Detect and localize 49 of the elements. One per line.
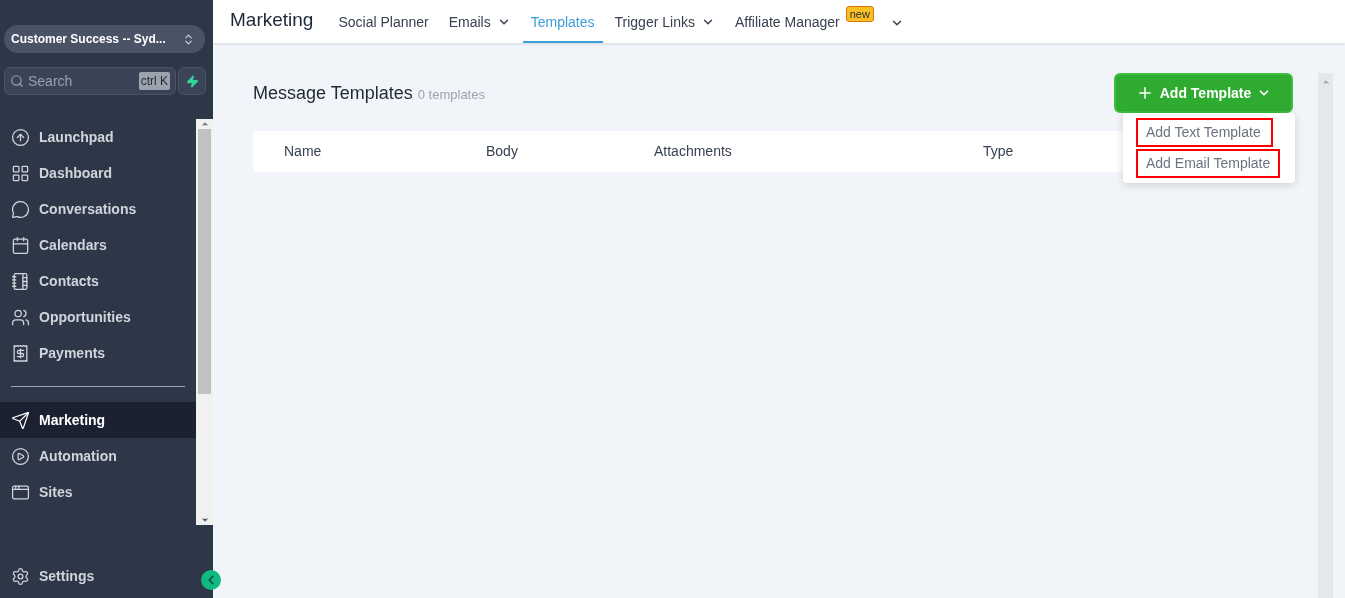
page-title: Marketing (230, 8, 314, 33)
nav-tab[interactable]: Trigger Links (606, 3, 723, 43)
column-header[interactable]: Body (486, 141, 654, 162)
search-field[interactable]: Search ctrl K (4, 67, 176, 95)
collapse-sidebar-button[interactable] (201, 570, 221, 590)
nav-tab[interactable]: Emails (440, 3, 519, 43)
menu-item[interactable]: Add Email Template (1136, 149, 1280, 178)
quick-action-button[interactable] (178, 67, 206, 95)
scrollbar[interactable] (1318, 73, 1333, 598)
settings-icon (11, 566, 30, 586)
new-badge: new (845, 6, 874, 22)
menu-item[interactable]: Add Text Template (1136, 118, 1273, 147)
location-switcher[interactable]: Customer Success -- Syd... (4, 25, 205, 53)
sidebar-item[interactable]: Payments (0, 335, 196, 371)
chat-bubble-icon (11, 199, 30, 219)
play-circle-icon (11, 446, 30, 466)
sidebar-item[interactable]: Automation (0, 438, 196, 474)
sidebar-item[interactable]: Settings (0, 558, 190, 594)
upload-circle-icon (11, 127, 30, 147)
nav-tab[interactable]: Affiliate Manager new (726, 3, 882, 43)
sidebar-item[interactable]: Launchpad (0, 119, 196, 155)
sidebar-item[interactable]: Calendars (0, 227, 196, 263)
up-down-icon (182, 32, 195, 46)
shortcut-hint: ctrl K (138, 72, 170, 90)
sidebar-item[interactable]: Dashboard (0, 155, 196, 191)
search-input[interactable]: Search (28, 70, 128, 92)
sidebar-item[interactable]: Contacts (0, 263, 196, 299)
search-icon (10, 74, 24, 88)
template-count: 0 templates (417, 85, 485, 104)
sidebar-item[interactable]: Marketing (0, 402, 196, 438)
sidebar-item[interactable]: Opportunities (0, 299, 196, 335)
scrollbar[interactable] (196, 119, 213, 525)
column-header[interactable]: Type (983, 141, 1083, 162)
section-title: Message Templates (253, 81, 413, 105)
receipt-icon (11, 343, 30, 363)
nav-tab[interactable]: Social Planner (330, 3, 437, 43)
column-header[interactable]: Attachments (654, 141, 983, 162)
lightning-icon (185, 74, 199, 88)
scroll-up-icon (1320, 77, 1331, 87)
people-icon (11, 307, 30, 327)
sidebar-item[interactable]: Conversations (0, 191, 196, 227)
notebook-icon (11, 271, 30, 291)
sidebar-item[interactable]: Sites (0, 474, 196, 510)
column-header[interactable]: Name (253, 141, 486, 162)
grid-icon (11, 163, 30, 183)
calendar-icon (11, 235, 30, 255)
paper-plane-icon (11, 410, 30, 430)
scroll-down-icon (199, 515, 210, 525)
scroll-up-icon (199, 119, 210, 129)
